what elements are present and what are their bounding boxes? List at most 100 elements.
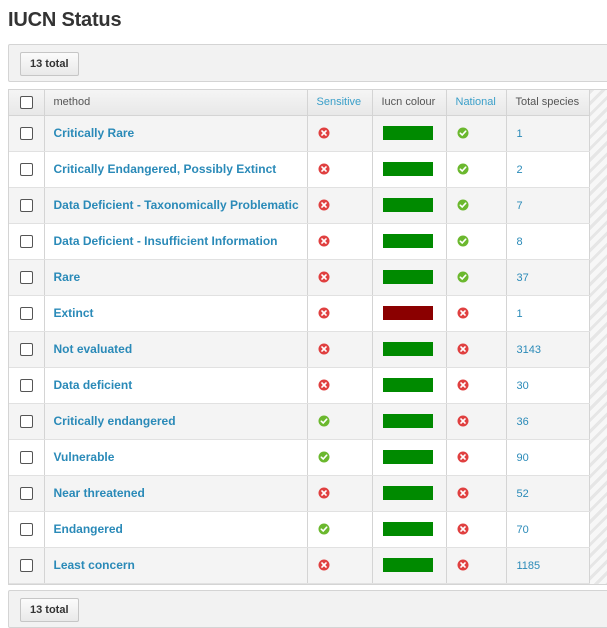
table-row[interactable]: Least concern 1185: [9, 547, 590, 584]
national-cell: [446, 151, 507, 188]
total-species-cell: 7: [506, 187, 590, 224]
table-row[interactable]: Vulnerable 90: [9, 439, 590, 476]
table-row[interactable]: Critically Endangered, Possibly Extinct 2: [9, 151, 590, 188]
total-species-link[interactable]: 1185: [507, 560, 541, 572]
colour-swatch: [382, 126, 433, 140]
row-checkbox[interactable]: [19, 307, 33, 321]
table-row[interactable]: Data deficient 30: [9, 367, 590, 404]
method-link[interactable]: Data Deficient - Taxonomically Problemat…: [45, 198, 299, 212]
method-link[interactable]: Critically endangered: [45, 414, 176, 428]
row-checkbox[interactable]: [19, 379, 33, 393]
row-checkbox[interactable]: [19, 235, 33, 249]
method-link[interactable]: Endangered: [45, 522, 123, 536]
total-count-button[interactable]: 13 total: [20, 52, 79, 76]
colour-swatch: [382, 558, 433, 572]
row-checkbox[interactable]: [19, 451, 33, 465]
row-checkbox[interactable]: [19, 127, 33, 141]
method-link[interactable]: Critically Rare: [45, 126, 135, 140]
row-select-cell: [9, 511, 45, 548]
national-cell: [446, 475, 507, 512]
column-header-sensitive[interactable]: Sensitive: [307, 90, 373, 116]
table-row[interactable]: Not evaluated 3143: [9, 331, 590, 368]
sensitive-cell: [307, 547, 373, 584]
row-select-cell: [9, 547, 45, 584]
table-row[interactable]: Data Deficient - Insufficient Informatio…: [9, 223, 590, 260]
cross-icon: [318, 379, 329, 391]
total-species-link[interactable]: 2: [507, 164, 523, 176]
total-count-button-bottom[interactable]: 13 total: [20, 598, 79, 622]
row-checkbox[interactable]: [19, 163, 33, 177]
iucn-colour-cell: [372, 115, 447, 152]
total-species-link[interactable]: 8: [507, 236, 523, 248]
row-select-cell: [9, 115, 45, 152]
total-species-link[interactable]: 7: [507, 200, 523, 212]
table-row[interactable]: Critically Rare 1: [9, 115, 590, 152]
total-species-link[interactable]: 37: [507, 272, 529, 284]
total-species-link[interactable]: 30: [507, 380, 529, 392]
total-species-cell: 37: [506, 259, 590, 296]
table-row[interactable]: Critically endangered 36: [9, 403, 590, 440]
table-row[interactable]: Extinct 1: [9, 295, 590, 332]
select-all-checkbox[interactable]: [19, 95, 33, 109]
method-link[interactable]: Critically Endangered, Possibly Extinct: [45, 162, 277, 176]
row-checkbox[interactable]: [19, 271, 33, 285]
row-checkbox[interactable]: [19, 523, 33, 537]
national-cell: [446, 547, 507, 584]
total-species-link[interactable]: 90: [507, 452, 529, 464]
column-header-method[interactable]: method: [44, 90, 308, 116]
table-row[interactable]: Near threatened 52: [9, 475, 590, 512]
cross-icon: [318, 487, 329, 499]
sensitive-cell: [307, 115, 373, 152]
row-select-cell: [9, 187, 45, 224]
method-cell: Rare: [44, 259, 308, 296]
cross-icon: [318, 307, 329, 319]
method-link[interactable]: Not evaluated: [45, 342, 133, 356]
total-species-cell: 1185: [506, 547, 590, 584]
method-link[interactable]: Rare: [45, 270, 81, 284]
total-species-cell: 1: [506, 295, 590, 332]
cross-icon: [457, 523, 468, 535]
total-species-link[interactable]: 3143: [507, 344, 541, 356]
check-icon: [318, 523, 329, 535]
cross-icon: [457, 307, 468, 319]
iucn-colour-cell: [372, 367, 447, 404]
total-species-cell: 1: [506, 115, 590, 152]
top-toolbar: 13 total: [8, 44, 607, 82]
column-header-national[interactable]: National: [446, 90, 507, 116]
row-checkbox[interactable]: [19, 487, 33, 501]
total-species-link[interactable]: 52: [507, 488, 529, 500]
total-species-cell: 3143: [506, 331, 590, 368]
method-link[interactable]: Least concern: [45, 558, 135, 572]
total-species-link[interactable]: 70: [507, 524, 529, 536]
column-header-total-species[interactable]: Total species: [506, 90, 590, 116]
method-cell: Least concern: [44, 547, 308, 584]
table-row[interactable]: Data Deficient - Taxonomically Problemat…: [9, 187, 590, 224]
method-link[interactable]: Data Deficient - Insufficient Informatio…: [45, 234, 278, 248]
cross-icon: [457, 559, 468, 571]
column-header-iucn-colour[interactable]: Iucn colour: [372, 90, 447, 116]
total-species-link[interactable]: 1: [507, 128, 523, 140]
row-select-cell: [9, 331, 45, 368]
method-link[interactable]: Vulnerable: [45, 450, 115, 464]
iucn-colour-cell: [372, 331, 447, 368]
row-select-cell: [9, 367, 45, 404]
row-checkbox[interactable]: [19, 343, 33, 357]
iucn-colour-cell: [372, 511, 447, 548]
method-link[interactable]: Data deficient: [45, 378, 133, 392]
total-species-link[interactable]: 1: [507, 308, 523, 320]
page-title: IUCN Status: [8, 9, 122, 31]
method-link[interactable]: Extinct: [45, 306, 94, 320]
method-cell: Data Deficient - Taxonomically Problemat…: [44, 187, 308, 224]
table-row[interactable]: Endangered 70: [9, 511, 590, 548]
row-checkbox[interactable]: [19, 415, 33, 429]
cross-icon: [318, 199, 329, 211]
sensitive-cell: [307, 151, 373, 188]
total-species-link[interactable]: 36: [507, 416, 529, 428]
table-row[interactable]: Rare 37: [9, 259, 590, 296]
colour-swatch: [382, 306, 433, 320]
total-species-cell: 36: [506, 403, 590, 440]
method-link[interactable]: Near threatened: [45, 486, 145, 500]
row-checkbox[interactable]: [19, 199, 33, 213]
row-checkbox[interactable]: [19, 559, 33, 573]
check-icon: [457, 199, 468, 211]
